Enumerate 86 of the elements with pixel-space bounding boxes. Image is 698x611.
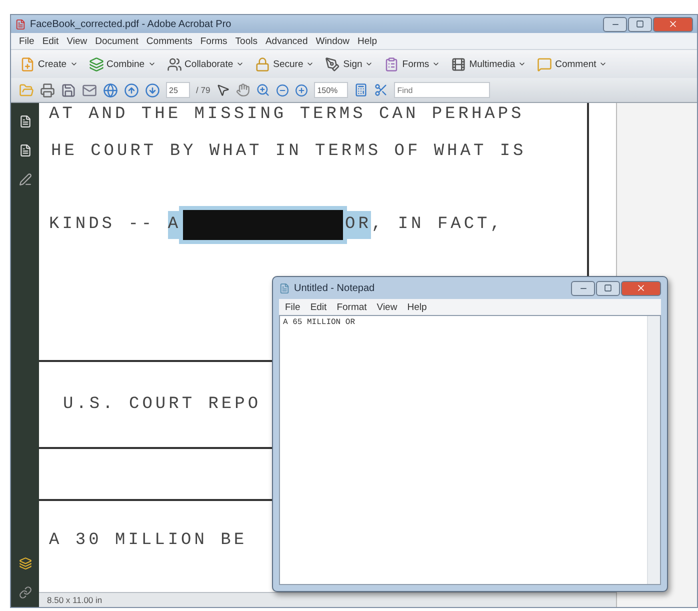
scroll-bar[interactable]	[647, 316, 660, 584]
link-icon[interactable]	[18, 586, 32, 599]
menu-item[interactable]: Tools	[235, 36, 258, 46]
menu-item[interactable]: File	[285, 302, 300, 312]
task-button[interactable]: Sign	[324, 54, 374, 74]
task-button[interactable]: Multimedia	[450, 54, 528, 74]
caret-icon	[365, 60, 374, 68]
notepad-title: Untitled - Notepad	[294, 282, 375, 294]
task-button[interactable]: Secure	[254, 54, 316, 74]
document-text: KINDS --	[49, 214, 156, 236]
caret-icon	[148, 60, 156, 68]
caret-icon	[518, 60, 526, 68]
document-icon	[15, 18, 26, 30]
menu-item[interactable]: Forms	[200, 36, 228, 46]
zoom-in-button[interactable]	[256, 83, 270, 97]
task-button[interactable]: Comment	[536, 54, 608, 74]
form-icon	[384, 56, 400, 72]
page-icon[interactable]	[18, 115, 32, 128]
menu-item[interactable]: Comments	[146, 36, 192, 46]
caret-icon	[236, 60, 244, 68]
layers-icon[interactable]	[18, 557, 32, 570]
caret-icon	[432, 60, 440, 68]
next-page-button[interactable]	[145, 82, 160, 98]
people-icon	[166, 56, 182, 72]
page-icon[interactable]	[18, 144, 32, 157]
globe-button[interactable]	[103, 82, 118, 98]
caret-icon	[599, 60, 608, 68]
close-button[interactable]	[621, 280, 661, 296]
document-text: U.S. COURT REPO	[63, 394, 262, 416]
page-total: / 79	[196, 85, 210, 95]
caret-icon	[70, 60, 78, 68]
zoom-out-button[interactable]	[276, 84, 290, 96]
find-field[interactable]: Find	[394, 82, 490, 98]
document-text: OR	[345, 210, 372, 238]
print-button[interactable]	[40, 82, 55, 98]
menu-item[interactable]: Advanced	[265, 36, 308, 46]
zoom-plus-button[interactable]	[295, 84, 308, 96]
calculator-button[interactable]	[354, 83, 368, 97]
caret-icon	[306, 60, 314, 68]
menu-item[interactable]: View	[376, 302, 398, 312]
document-text: A	[168, 210, 182, 238]
document-text: AT AND THE MISSING TERMS CAN PERHAPS	[49, 104, 524, 126]
maximize-icon	[636, 20, 644, 28]
menu-item[interactable]: Edit	[42, 36, 59, 46]
maximize-button[interactable]	[596, 280, 620, 296]
file-plus-icon	[20, 56, 35, 72]
task-button[interactable]: Collaborate	[166, 54, 246, 74]
close-button[interactable]	[653, 16, 693, 32]
hand-button[interactable]	[236, 83, 250, 97]
maximize-icon	[604, 284, 612, 292]
mail-button[interactable]	[82, 82, 97, 98]
document-text: HE COURT BY WHAT IN TERMS OF WHAT IS	[51, 141, 526, 163]
notepad-icon	[279, 282, 290, 294]
page-number-field[interactable]: 25	[166, 82, 190, 98]
document-text: , IN FACT,	[371, 214, 504, 236]
minimize-button[interactable]	[571, 280, 595, 296]
task-button[interactable]: Combine	[88, 54, 157, 74]
menu-item[interactable]: Help	[358, 36, 378, 46]
minimize-button[interactable]	[603, 16, 627, 32]
film-icon	[451, 56, 466, 72]
scissors-button[interactable]	[374, 83, 388, 97]
task-button[interactable]: Create	[19, 54, 79, 74]
close-icon	[668, 19, 678, 29]
signature-icon[interactable]	[18, 173, 32, 186]
close-icon	[636, 283, 646, 293]
page-size: 8.50 x 11.00 in	[47, 595, 102, 605]
pen-icon	[325, 56, 340, 72]
select-button[interactable]	[216, 83, 230, 97]
menu-item[interactable]: Document	[95, 36, 138, 46]
menu-item[interactable]: Edit	[310, 302, 327, 312]
save-button[interactable]	[61, 82, 76, 98]
document-text: A 30 MILLION BE	[49, 530, 248, 552]
menu-item[interactable]: Format	[336, 302, 367, 312]
menu-item[interactable]: Help	[407, 302, 427, 312]
menu-item[interactable]: Window	[316, 36, 350, 46]
comment-icon	[537, 56, 552, 72]
zoom-field[interactable]: 150%	[314, 82, 348, 98]
previous-page-button[interactable]	[124, 82, 139, 98]
layers-icon	[88, 56, 104, 72]
notepad-text-area[interactable]: A 65 MILLION OR	[280, 316, 647, 584]
task-button[interactable]: Forms	[383, 54, 442, 74]
lock-icon	[255, 56, 270, 72]
window-title: FaceBook_corrected.pdf - Adobe Acrobat Pro	[30, 18, 232, 30]
maximize-button[interactable]	[628, 16, 652, 32]
menu-item[interactable]: File	[19, 36, 34, 46]
menu-item[interactable]: View	[66, 36, 88, 46]
